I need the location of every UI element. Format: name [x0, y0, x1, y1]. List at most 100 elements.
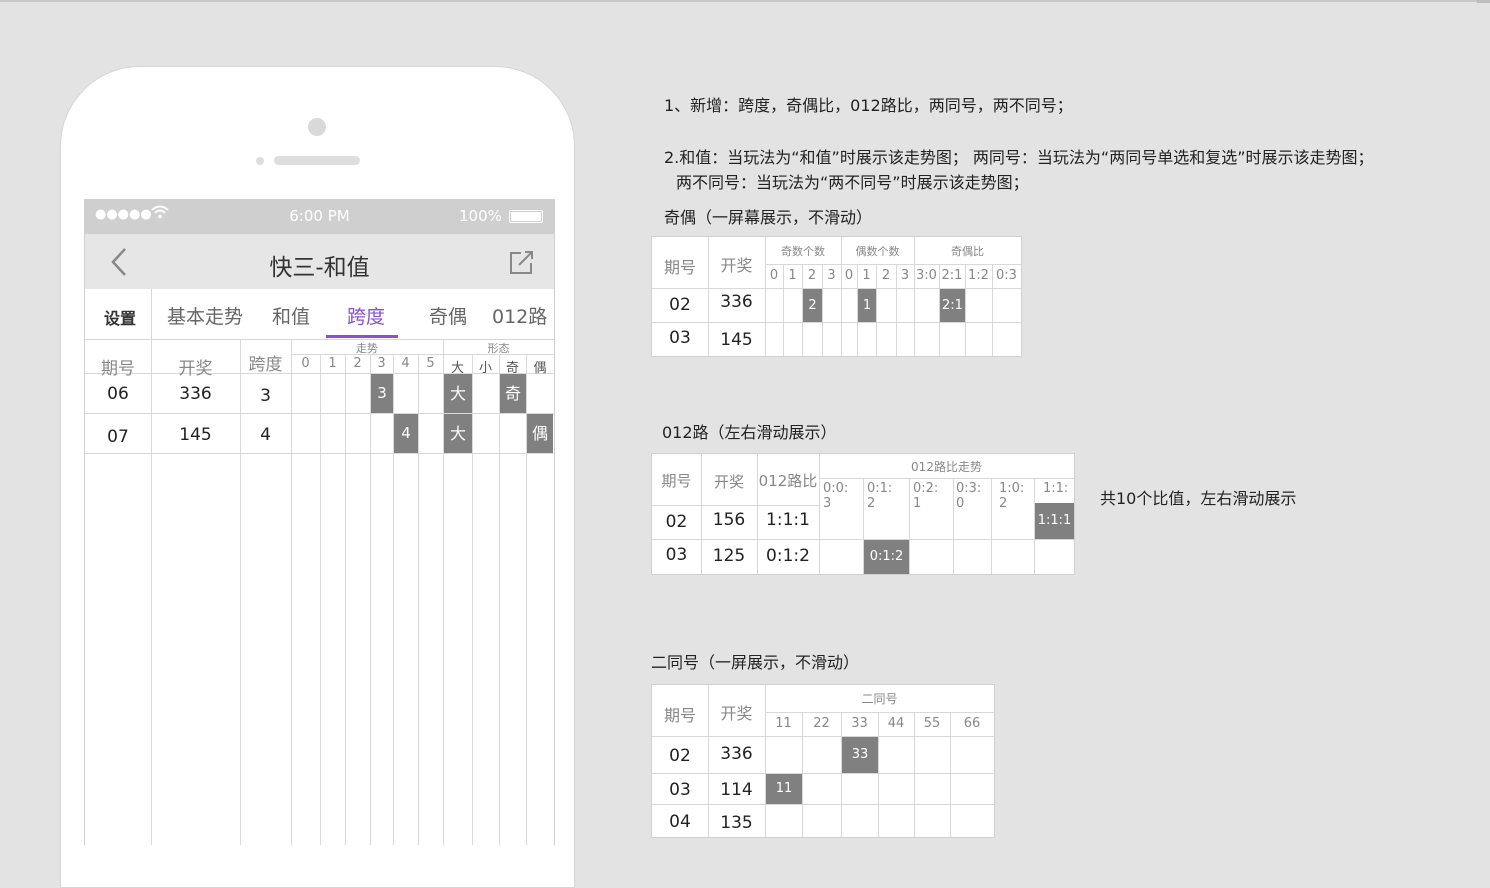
tab-route-012[interactable]: 012路 [492, 302, 547, 329]
col-header-draw: 开奖 [720, 256, 753, 275]
col-header-issue: 期号 [101, 359, 135, 379]
tab-basic-trend[interactable]: 基本走势 [167, 302, 243, 329]
route-ratio-header: 0:0: 3 [823, 481, 849, 511]
share-icon[interactable] [509, 249, 535, 279]
grid-line [151, 340, 152, 845]
route-hit-cell: 0:1:2 [864, 540, 909, 574]
row-issue: 06 [107, 384, 129, 404]
tab-odd-even[interactable]: 奇偶 [429, 302, 467, 329]
row-draw: 156 [712, 510, 746, 530]
tab-settings[interactable]: 设置 [104, 305, 136, 329]
route-hit-cell: 1:1:1 [1035, 503, 1074, 539]
digit-header: 0 [301, 356, 310, 371]
note-line-2: 2.和值：当玩法为“和值”时展示该走势图； 两同号：当玩法为“两同号单选和复选”… [664, 148, 1374, 167]
ratio-header: 2:1 [941, 268, 963, 283]
pair-header: 11 [775, 716, 792, 731]
grid-line [345, 354, 346, 845]
col-header-issue: 期号 [663, 258, 696, 277]
col-header-issue: 期号 [663, 706, 696, 725]
row-issue: 03 [669, 780, 691, 800]
top-border-accent [1477, 0, 1490, 3]
note-line-1: 1、新增：跨度，奇偶比，012路比，两同号，两不同号； [664, 96, 1073, 115]
ratio-header: 1:2 [968, 268, 989, 283]
row-ratio: 1:1:1 [766, 510, 810, 530]
note-line-3: 两不同号：当玩法为“两不同号”时展示该走势图； [676, 173, 1029, 192]
odd-hit-cell: 2 [803, 289, 822, 322]
col-header-draw: 开奖 [178, 359, 213, 379]
pair-header: 55 [923, 716, 941, 731]
col-header-draw: 开奖 [713, 473, 744, 491]
group-header-shape: 形态 [487, 342, 510, 355]
row-issue: 02 [669, 746, 691, 766]
page-title: 快三-和值 [269, 255, 370, 281]
route-012-table: 期号 开奖 012路比 012路比走势 0:0: 3 0:1: 2 0:2: 1… [651, 453, 1075, 575]
ratio-header: 3:0 [916, 268, 937, 283]
group-header-ratio: 奇偶比 [951, 245, 984, 258]
grid-line [418, 354, 419, 845]
odd-count-header: 2 [807, 268, 817, 283]
group-header-trend: 走势 [356, 342, 378, 355]
row-draw: 336 [720, 292, 753, 312]
grid-line [499, 354, 500, 845]
even-count-header: 0 [844, 268, 854, 283]
odd-even-table: 期号 开奖 奇数个数 偶数个数 奇偶比 0 1 2 3 0 1 2 3 3:0 … [651, 236, 1022, 357]
digit-header: 4 [401, 356, 410, 371]
pair-hit-cell: 11 [766, 774, 802, 804]
route-ratio-header: 0:3: 0 [956, 481, 982, 511]
tab-bar: 设置 基本走势 和值 跨度 奇偶 012路 [85, 289, 554, 340]
grid-line [320, 354, 321, 845]
row-draw: 135 [720, 813, 753, 833]
col-header-issue: 期号 [661, 472, 692, 490]
shape-header-small: 小 [478, 361, 492, 376]
pair-hit-cell: 33 [842, 737, 878, 773]
row-span: 3 [260, 386, 271, 406]
pair-header: 22 [813, 716, 830, 731]
row-draw: 336 [179, 384, 212, 404]
digit-header: 2 [353, 356, 362, 371]
group-header-even: 偶数个数 [855, 245, 900, 258]
digit-header: 5 [426, 356, 435, 371]
col-header-draw: 开奖 [720, 704, 753, 723]
tab-span[interactable]: 跨度 [347, 302, 385, 329]
odd-even-title: 奇偶（一屏幕展示，不滑动） [664, 208, 873, 227]
odd-count-header: 0 [769, 268, 779, 283]
even-hit-cell: 1 [858, 289, 876, 322]
pair-header: 33 [851, 716, 868, 731]
hit-cell: 4 [394, 414, 418, 453]
row-draw: 336 [720, 744, 753, 764]
digit-header: 3 [377, 356, 386, 371]
row-issue: 03 [665, 545, 688, 565]
pair-header: 44 [887, 716, 905, 731]
odd-count-header: 3 [827, 268, 836, 283]
row-draw: 114 [720, 780, 753, 800]
route-012-title: 012路（左右滑动展示） [662, 423, 837, 442]
row-ratio: 0:1:2 [766, 546, 810, 566]
active-tab-indicator [326, 335, 398, 338]
group-header-odd: 奇数个数 [781, 245, 825, 258]
even-count-header: 1 [862, 268, 871, 283]
grid-line [240, 340, 241, 845]
battery-icon [509, 210, 543, 223]
row-issue: 04 [669, 812, 691, 832]
route-ratio-header: 0:1: 2 [867, 481, 893, 511]
tab-divider [151, 289, 152, 339]
grid-line [85, 413, 554, 414]
row-issue: 02 [669, 295, 691, 315]
phone-screen: ●●●●● 6:00 PM 100% 快三-和值 设置 基本走势 和值 跨度 奇… [84, 199, 555, 845]
row-span: 4 [260, 425, 271, 445]
odd-count-header: 1 [788, 268, 797, 283]
grid-line [472, 354, 473, 845]
col-header-span: 跨度 [248, 355, 283, 375]
phone-camera [308, 118, 326, 136]
pair-table: 期号 开奖 二同号 11 22 33 44 55 66 02 336 33 03… [651, 684, 995, 838]
pair-title: 二同号（一屏展示，不滑动） [651, 653, 860, 672]
tab-sum[interactable]: 和值 [272, 302, 310, 329]
group-header-pair: 二同号 [861, 692, 898, 706]
route-ratio-header: 1:1: 1 [1043, 481, 1069, 497]
row-draw: 125 [712, 546, 746, 566]
pair-header: 66 [963, 716, 981, 731]
even-count-header: 3 [900, 268, 910, 283]
parity-cell: 偶 [527, 414, 553, 453]
battery-percent: 100% [459, 207, 502, 225]
status-bar: ●●●●● 6:00 PM 100% [85, 199, 554, 234]
